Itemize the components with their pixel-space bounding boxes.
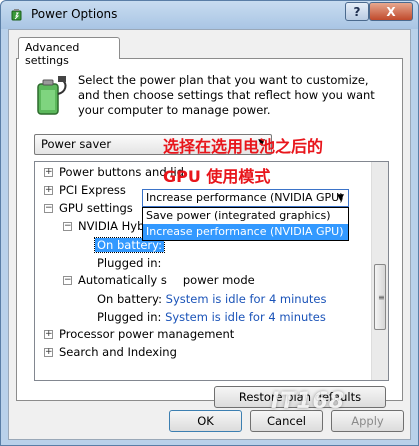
dropdown-option-increase-performance[interactable]: Increase performance (NVIDIA GPU) (143, 224, 348, 240)
expand-icon[interactable]: + (44, 168, 53, 177)
tree-item-search-indexing[interactable]: Search and Indexing (59, 343, 177, 361)
tree-item-pci-express[interactable]: PCI Express (59, 181, 126, 199)
expand-icon[interactable]: + (44, 348, 53, 357)
tab-advanced-settings[interactable]: Advanced settings (18, 37, 120, 67)
power-plan-value: Power saver (41, 137, 112, 151)
auto-on-battery-value[interactable]: System is idle for 4 minutes (166, 292, 327, 306)
dropdown-option-save-power[interactable]: Save power (integrated graphics) (143, 208, 348, 224)
expand-icon[interactable]: + (44, 330, 53, 339)
expand-icon[interactable]: + (44, 186, 53, 195)
title-bar[interactable]: Power Options ? X (1, 1, 418, 29)
power-options-icon (9, 7, 25, 23)
auto-switch-label: Automatically s (78, 273, 167, 287)
auto-switch-label-tail: power mode (182, 273, 255, 287)
grip-icon: ≡ (378, 293, 385, 302)
power-options-window: Power Options ? X Advanced settings Sele… (0, 0, 419, 446)
plugged-in-label[interactable]: Plugged in: (97, 254, 161, 272)
auto-plugged-in-row[interactable]: Plugged in: System is idle for 4 minutes (97, 308, 326, 326)
intro-text: Select the power plan that you want to c… (78, 73, 375, 117)
annotation-line-1: 选择在选用电池之后的 (163, 137, 324, 156)
auto-on-battery-row[interactable]: On battery: System is idle for 4 minutes (97, 290, 326, 308)
auto-plugged-in-value[interactable]: System is idle for 4 minutes (165, 310, 326, 324)
tree-item-processor[interactable]: Processor power management (59, 325, 234, 343)
advanced-settings-panel: Select the power plan that you want to c… (16, 58, 403, 408)
tree-item-auto-switch[interactable]: Automatically s power mode (78, 271, 255, 289)
annotation-line-2: GPU 使用模式 (163, 167, 271, 186)
ok-button[interactable]: OK (169, 410, 242, 432)
collapse-icon[interactable]: − (63, 222, 72, 231)
on-battery-value: Increase performance (NVIDIA GPU) (146, 191, 344, 204)
chevron-down-icon: ▼ (337, 193, 344, 203)
auto-plugged-in-label: Plugged in: (97, 310, 162, 324)
scrollbar-thumb[interactable]: ≡ (374, 264, 386, 330)
on-battery-dropdown-list[interactable]: Save power (integrated graphics) Increas… (142, 207, 349, 241)
close-button[interactable]: X (369, 2, 413, 21)
watermark-logo: IT168 (271, 389, 346, 414)
tree-scrollbar[interactable]: ≡ (371, 162, 388, 380)
window-title: Power Options (31, 7, 118, 21)
collapse-icon[interactable]: − (44, 204, 53, 213)
tree-item-gpu-settings[interactable]: GPU settings (59, 199, 133, 217)
battery-plug-icon (30, 74, 70, 118)
auto-on-battery-label: On battery: (97, 292, 163, 306)
collapse-icon[interactable]: − (63, 276, 72, 285)
help-button[interactable]: ? (345, 2, 369, 21)
dialog-client: Advanced settings Select the power plan … (8, 29, 411, 440)
annotation-text: 选择在选用电池之后的 GPU 使用模式 (163, 132, 323, 192)
